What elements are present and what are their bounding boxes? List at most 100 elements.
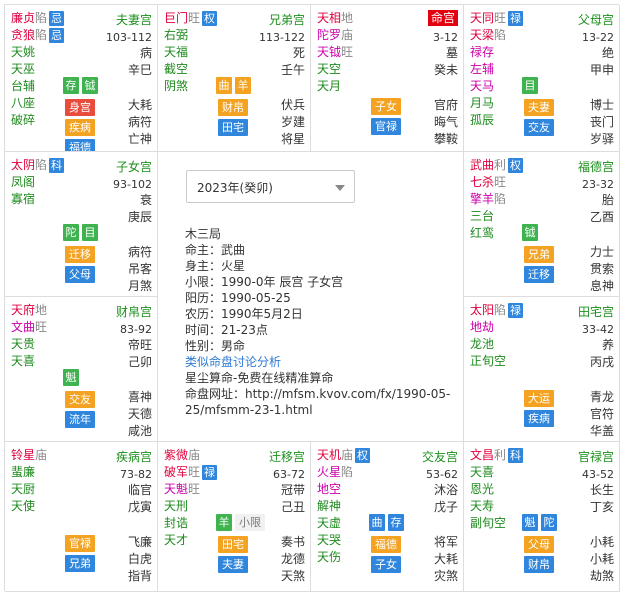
palace-tag-button[interactable]: 田宅 <box>218 119 248 136</box>
star-row: 天府地 <box>11 302 111 319</box>
right-text: 丧门 <box>589 115 614 129</box>
palace-name[interactable]: 迁移宫 <box>269 448 305 465</box>
star-name: 铃星 <box>11 448 36 462</box>
palace-name[interactable]: 疾病宫 <box>116 448 152 465</box>
right-text: 劫煞 <box>589 569 614 583</box>
palace-tag-button[interactable]: 兄弟 <box>65 555 95 572</box>
year-select[interactable]: 2023年(癸卯) <box>186 170 355 203</box>
right-text: 壬午 <box>280 63 305 77</box>
minor-star: 蜚廉 <box>11 465 36 479</box>
star-brightness: 陷 <box>341 465 354 479</box>
palace-tag-button[interactable]: 迁移 <box>524 266 554 283</box>
changsheng-ganzhi: 病辛巳 <box>108 45 152 79</box>
right-text: 官府 <box>433 98 458 112</box>
info-line: 身主：火星 <box>185 259 246 273</box>
star-name: 天马 <box>470 79 495 93</box>
sihua-badge: 禄 <box>508 11 524 26</box>
star-row: 天福 <box>164 44 264 61</box>
shensha-list: 奏书 龙德 天煞 <box>261 534 305 585</box>
palace-tag-button[interactable]: 父母 <box>524 536 554 553</box>
star-brightness: 地 <box>341 11 354 25</box>
star-brightness: 陷 <box>35 28 48 42</box>
star-name: 禄存 <box>470 45 495 59</box>
palace-tag-button[interactable]: 田宅 <box>218 536 248 553</box>
palace-tag-button[interactable]: 子女 <box>371 556 401 573</box>
star-row: 文昌利科 <box>470 447 570 464</box>
minor-star: 龙池 <box>470 337 495 351</box>
flow-star-badges: 存钺 <box>63 77 98 94</box>
palace-tag-button[interactable]: 大运 <box>524 390 554 407</box>
star-name: 擎羊 <box>470 192 495 206</box>
palace-tag-button[interactable]: 交友 <box>65 391 95 408</box>
changsheng-ganzhi: 养丙戌 <box>570 337 614 371</box>
flow-star-badge: 魁 <box>63 369 79 386</box>
palace-name[interactable]: 福德宫 <box>578 158 614 175</box>
palace-name[interactable]: 财帛宫 <box>116 303 152 320</box>
palace-cell: 巨门旺权右弼 天福 截空 阴煞 兄弟宫 113-122 死壬午 伏兵 岁建 将星曲羊财帛 田宅 <box>158 5 311 152</box>
palace-tag-button[interactable]: 子女 <box>371 98 401 115</box>
palace-tag-button[interactable]: 官禄 <box>371 118 401 135</box>
right-text: 息神 <box>589 279 614 293</box>
right-text: 小耗 <box>589 552 614 566</box>
palace-name[interactable]: 命宫 <box>427 10 458 26</box>
palace-name[interactable]: 官禄宫 <box>578 448 614 465</box>
palace-tag-button[interactable]: 官禄 <box>65 535 95 552</box>
right-text: 飞廉 <box>127 535 152 549</box>
flow-star-badge: 陀 <box>541 514 557 531</box>
minor-star: 天刑 <box>164 499 189 513</box>
palace-tag-button[interactable]: 福德 <box>371 536 401 553</box>
age-range: 113-122 <box>259 31 305 44</box>
palace-name[interactable]: 交友宫 <box>422 448 458 465</box>
changsheng-ganzhi: 墓癸未 <box>414 45 458 79</box>
chevron-down-icon <box>335 185 345 191</box>
star-name: 太阳 <box>470 303 495 317</box>
palace-tag-button[interactable]: 疾病 <box>524 410 554 427</box>
minor-star: 天喜 <box>11 354 36 368</box>
palace-tag-button[interactable]: 迁移 <box>65 246 95 263</box>
info-line: 时间：21-23点 <box>185 323 268 337</box>
right-text: 丁亥 <box>589 500 614 514</box>
palace-cell: 廉贞陷忌贪狼陷忌天姚 天巫 台辅 八座 破碎 夫妻宫 103-112 病辛巳 大耗 病符 亡神存钺身… <box>5 5 158 152</box>
palace-name[interactable]: 田宅宫 <box>578 303 614 320</box>
palace-name[interactable]: 夫妻宫 <box>116 11 152 28</box>
right-text: 攀鞍 <box>433 132 458 146</box>
minor-star: 天贵 <box>11 337 36 351</box>
palace-tag-button[interactable]: 财帛 <box>218 99 248 116</box>
palace-name[interactable]: 子女宫 <box>116 158 152 175</box>
major-stars: 铃星庙 <box>11 447 111 464</box>
star-name: 紫微 <box>164 448 189 462</box>
palace-tags: 交友 流年 <box>65 391 99 431</box>
palace-tag-button[interactable]: 财帛 <box>524 556 554 573</box>
right-text: 庚辰 <box>127 210 152 224</box>
right-text: 咸池 <box>127 424 152 438</box>
age-range: 23-32 <box>582 178 614 191</box>
discuss-link[interactable]: 类似命盘讨论分析 <box>185 354 465 370</box>
star-row: 禄存 <box>470 44 570 61</box>
palace-tag-button[interactable]: 福德 <box>65 139 95 151</box>
info-line: 农历：1990年5月2日 <box>185 307 303 321</box>
palace-tag-button[interactable]: 疾病 <box>65 119 95 136</box>
flow-star-badge: 目 <box>522 77 538 94</box>
changsheng-ganzhi: 绝甲申 <box>570 45 614 79</box>
palace-tag-button[interactable]: 夫妻 <box>218 556 248 573</box>
right-text: 将军 <box>433 535 458 549</box>
palace-tag-button[interactable]: 夫妻 <box>524 99 554 116</box>
minor-star: 凤阁 <box>11 175 36 189</box>
star-name: 天相 <box>317 11 342 25</box>
right-text: 己卯 <box>127 355 152 369</box>
star-row: 铃星庙 <box>11 447 111 464</box>
star-row: 擎羊陷 <box>470 191 570 208</box>
palace-tag-button[interactable]: 流年 <box>65 411 95 428</box>
right-text: 病符 <box>127 245 152 259</box>
palace-tags: 财帛 田宅 <box>218 99 252 139</box>
palace-name[interactable]: 兄弟宫 <box>269 11 305 28</box>
palace-tag-button[interactable]: 父母 <box>65 266 95 283</box>
star-row: 天钺旺 <box>317 44 417 61</box>
palace-tag-button[interactable]: 身宫 <box>65 99 95 116</box>
palace-name[interactable]: 父母宫 <box>578 11 614 28</box>
palace-tag-button[interactable]: 兄弟 <box>524 246 554 263</box>
flow-star-badge: 存 <box>388 514 404 531</box>
right-text: 甲申 <box>589 63 614 77</box>
age-range: 103-112 <box>106 31 152 44</box>
palace-tag-button[interactable]: 交友 <box>524 119 554 136</box>
